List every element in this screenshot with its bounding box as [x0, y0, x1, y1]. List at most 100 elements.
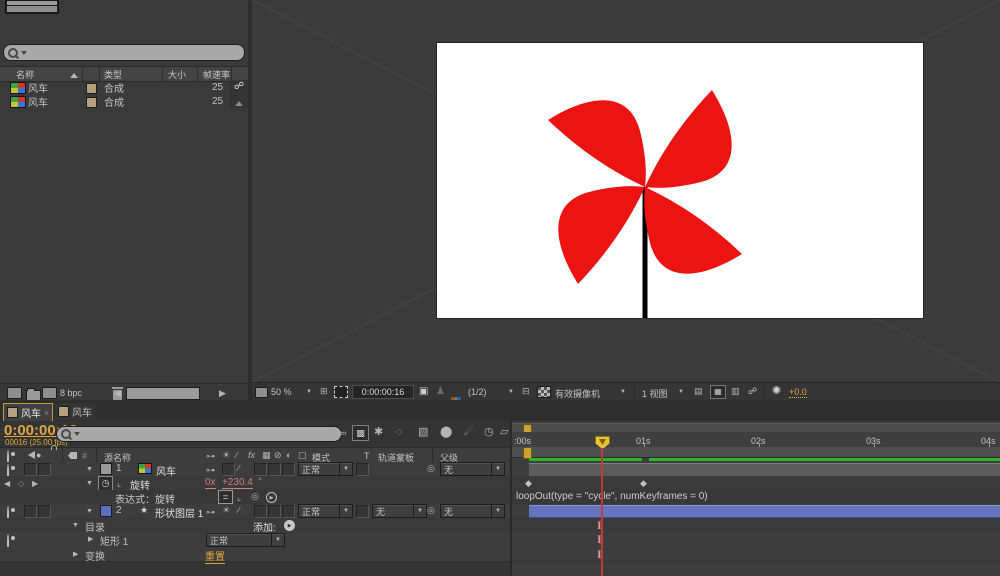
view-layout-value[interactable]: 1 视图 [642, 387, 668, 400]
switch-cell[interactable] [254, 505, 267, 518]
sort-ascending-icon[interactable] [70, 69, 78, 78]
tab-fengche-active[interactable]: 风车 × [3, 403, 53, 422]
expand-arrow-icon[interactable]: ▼ [86, 508, 93, 515]
lock-cell[interactable] [38, 463, 51, 476]
live-update-icon[interactable]: ▩ [352, 425, 369, 441]
frame-blend-icon[interactable]: ▧ [418, 427, 428, 438]
search-options-arrow-icon[interactable] [21, 50, 27, 58]
switch-cell[interactable] [254, 463, 267, 476]
trkmat-dropdown[interactable]: 无 [372, 504, 418, 518]
audio-column-speaker-icon[interactable] [24, 451, 35, 459]
resolution-dropdown-icon[interactable]: ▼ [508, 389, 514, 395]
item-name[interactable]: 风车 [28, 94, 48, 109]
column-fps[interactable]: 帧速率 [203, 68, 230, 81]
tab-close-icon[interactable]: × [44, 408, 49, 418]
expression-enabled-icon[interactable]: = [218, 490, 233, 504]
parent-arrow-icon[interactable]: ▼ [491, 504, 505, 518]
expression-pickwhip-icon[interactable]: ◎ [251, 492, 259, 501]
parent-pickwhip-icon[interactable]: ◎ [427, 464, 435, 473]
effects-switch-icon[interactable]: ∕ [238, 506, 240, 515]
switch-cell[interactable] [222, 463, 235, 476]
lock-cell[interactable] [38, 505, 51, 518]
scroll-up-icon[interactable] [235, 97, 243, 106]
current-time-indicator-line[interactable] [601, 436, 603, 576]
keyframe-toggle-icon[interactable]: ◇ [18, 479, 24, 488]
switch-cell[interactable] [282, 463, 295, 476]
brainstorm-icon[interactable]: ☄ [464, 427, 474, 438]
project-scrollbar[interactable]: ☍ [230, 80, 248, 108]
expand-arrow-icon[interactable]: ▼ [86, 466, 93, 473]
viewer-timecode[interactable]: 0:00:00:16 [352, 385, 414, 399]
magnification-value[interactable]: 50 % [271, 387, 292, 397]
transform-row[interactable]: ▶ 变换 重置 [0, 547, 510, 564]
label-color-swatch[interactable] [100, 463, 112, 475]
resolution-value[interactable]: (1/2) [468, 387, 487, 397]
layer-row-1[interactable]: ▼ 1 风车 ⊶ ∕ 正常 ▼ ◎ 无 ▼ [0, 462, 510, 483]
bit-depth-label[interactable]: 8 bpc [60, 388, 82, 398]
project-item-row[interactable]: 风车 合成 25 [0, 80, 230, 95]
view-layout-dropdown-icon[interactable]: ▼ [678, 389, 684, 395]
interpret-footage-icon[interactable] [7, 387, 22, 399]
primary-viewer-icon[interactable]: ▦ [710, 385, 726, 399]
layer-track-1[interactable] [512, 462, 1000, 477]
safe-margins-icon[interactable]: ⊞ [320, 387, 328, 396]
parent-dropdown[interactable]: 无 [440, 504, 496, 518]
rotation-keyframe-track[interactable]: ◆ ◆ [512, 476, 1000, 491]
expand-arrow-icon[interactable]: ▶ [73, 551, 78, 558]
search-options-arrow-icon[interactable] [74, 432, 80, 439]
item-name[interactable]: 风车 [28, 80, 48, 95]
collapse-arrow-icon[interactable]: ▼ [86, 480, 93, 487]
stopwatch-icon[interactable]: ◷ [98, 476, 113, 491]
parent-dropdown[interactable]: 无 [440, 462, 496, 476]
composition-mini-flowchart-icon[interactable]: ≕ [338, 429, 347, 438]
snapshot-camera-icon[interactable]: ▣ [419, 387, 428, 397]
layer-track-2[interactable] [512, 504, 1000, 519]
share-view-icon[interactable]: ▤ [694, 387, 703, 396]
active-camera-value[interactable]: 有效摄像机 [555, 387, 600, 400]
switch-cell[interactable] [268, 505, 281, 518]
composition-canvas[interactable] [436, 42, 924, 319]
rotation-value-degrees[interactable]: +230.4 [222, 477, 253, 489]
tab-fengche-2[interactable]: 风车 [55, 403, 95, 420]
property-row-rotation[interactable]: ◀ ◇ ▶ ▼ ◷ ⌞ 旋转 0x +230.4 ° [0, 476, 510, 492]
switch-cell[interactable] [282, 505, 295, 518]
graph-editor-icon[interactable]: ▱ [500, 427, 508, 438]
exposure-fan-icon[interactable]: ✺ [772, 386, 781, 397]
expand-arrow-icon[interactable]: ▶ [88, 536, 93, 543]
work-area-bar[interactable] [512, 447, 1000, 459]
column-size[interactable]: 大小 [168, 68, 186, 81]
audio-cell[interactable] [24, 463, 37, 476]
collapse-switch-icon[interactable]: ⊶ [206, 508, 215, 517]
keyframe-nav-previous-icon[interactable]: ◀ [4, 479, 12, 488]
quality-sun-icon[interactable]: ☀ [222, 506, 230, 515]
scrollbar-thumb[interactable] [126, 387, 200, 400]
auto-keyframe-icon[interactable]: ◷ [484, 427, 494, 438]
show-snapshot-icon[interactable]: ♟ [436, 387, 445, 397]
expression-language-menu-icon[interactable]: ▶ [266, 492, 277, 503]
transparency-grid-icon[interactable] [537, 386, 551, 398]
magnification-dropdown-icon[interactable]: ▼ [306, 389, 312, 395]
layer-row-2[interactable]: ▼ 2 ★ 形状图层 1 ⊶ ☀ ∕ 正常 ▼ 无 ▼ ◎ 无 ▼ [0, 504, 510, 525]
layer-bar-1[interactable] [529, 463, 1000, 477]
camera-dropdown-icon[interactable]: ▼ [620, 389, 626, 395]
expression-graph-icon[interactable]: ⌞ [237, 493, 241, 502]
collapse-switch-icon[interactable]: ⊶ [206, 466, 215, 475]
preserve-transparency-cell[interactable] [356, 505, 369, 518]
parent-pickwhip-icon[interactable]: ◎ [427, 506, 435, 515]
time-ruler[interactable]: :00s 01s 02s 03s 04s [512, 432, 1000, 447]
flowchart-button-icon[interactable] [255, 387, 268, 398]
solo-column-icon[interactable]: ● [36, 451, 41, 460]
blend-mode-dropdown[interactable]: 正常 [298, 462, 344, 476]
preserve-transparency-cell[interactable] [356, 463, 369, 476]
expression-text[interactable]: loopOut(type = "cycle", numKeyframes = 0… [516, 491, 708, 502]
tab-label[interactable]: 风车 [21, 405, 41, 420]
draft-3d-icon[interactable]: ✱ [374, 427, 383, 438]
blend-mode-dropdown[interactable]: 正常 [298, 504, 344, 518]
trkmat-arrow-icon[interactable]: ▼ [413, 504, 427, 518]
quality-switch-icon[interactable]: ∕ [238, 464, 240, 473]
add-menu-icon[interactable]: ▶ [284, 520, 295, 531]
number-column[interactable]: # [82, 451, 87, 461]
label-color-swatch[interactable] [100, 505, 112, 517]
region-of-interest-icon[interactable] [334, 386, 348, 398]
flowchart-network-icon[interactable]: ☍ [748, 387, 757, 396]
